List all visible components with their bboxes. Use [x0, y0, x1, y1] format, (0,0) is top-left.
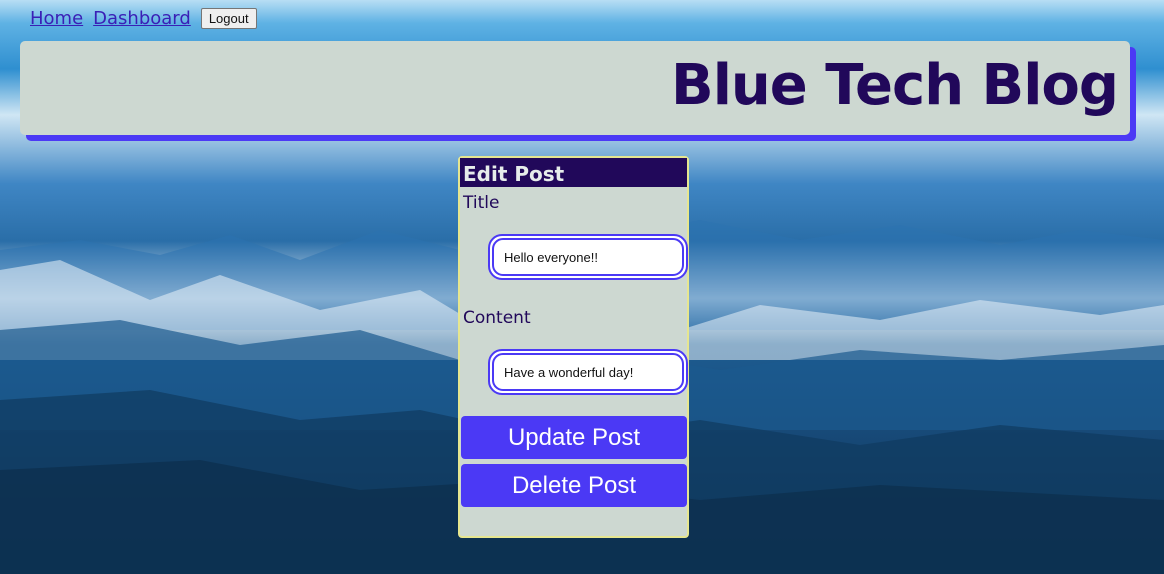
nav-home-link[interactable]: Home — [30, 8, 83, 29]
title-input[interactable] — [492, 238, 684, 276]
nav-dashboard-link[interactable]: Dashboard — [93, 8, 191, 29]
site-header: Blue Tech Blog — [20, 41, 1130, 135]
site-title: Blue Tech Blog — [671, 53, 1119, 118]
edit-post-heading: Edit Post — [460, 158, 687, 187]
delete-post-button[interactable]: Delete Post — [461, 464, 687, 507]
top-nav: Home Dashboard Logout — [30, 8, 257, 29]
title-field-wrapper — [488, 234, 688, 280]
title-label: Title — [463, 193, 500, 213]
content-input[interactable] — [492, 353, 684, 391]
content-field-wrapper — [488, 349, 688, 395]
logout-button[interactable]: Logout — [200, 8, 257, 29]
edit-post-card: Edit Post Title Content Update Post Dele… — [458, 156, 689, 538]
content-label: Content — [463, 308, 531, 328]
update-post-button[interactable]: Update Post — [461, 416, 687, 459]
